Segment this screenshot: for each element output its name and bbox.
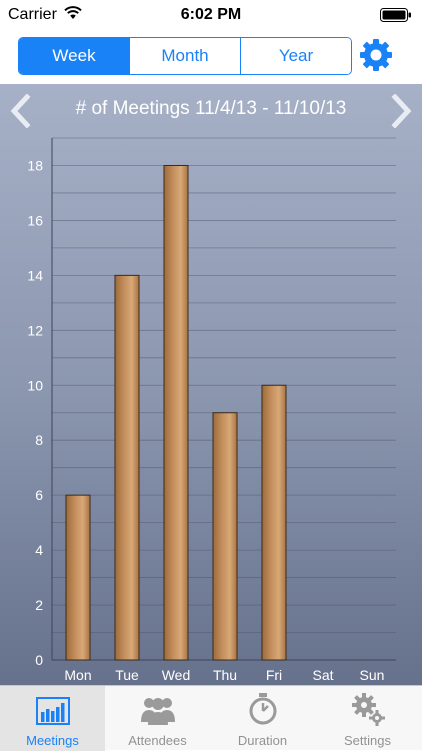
chart-title: # of Meetings 11/4/13 - 11/10/13 xyxy=(75,98,347,119)
bar-chart: 0 2 4 6 8 10 12 14 16 18 Mon Tue Wed Thu Fri Sat Sun xyxy=(27,137,396,683)
gear-icon[interactable] xyxy=(356,35,396,75)
y-tick-label: 2 xyxy=(35,597,43,613)
stopwatch-icon xyxy=(249,693,277,725)
bar-thu[interactable] xyxy=(212,412,238,661)
y-tick-label: 14 xyxy=(27,267,43,283)
x-tick-label-fri: Fri xyxy=(266,667,282,683)
tab-duration[interactable]: Duration xyxy=(210,686,315,751)
y-tick-label: 10 xyxy=(27,377,43,393)
battery-icon xyxy=(380,8,411,22)
y-tick-label: 6 xyxy=(35,487,43,503)
y-tick-label: 16 xyxy=(27,212,43,228)
bar-tue[interactable] xyxy=(114,274,140,661)
y-tick-label: 8 xyxy=(35,432,43,448)
tab-meetings[interactable]: Meetings xyxy=(0,686,105,751)
y-tick-label: 18 xyxy=(27,157,43,173)
gears-icon xyxy=(352,693,385,726)
people-icon xyxy=(141,698,175,725)
tab-attendees[interactable]: Attendees xyxy=(105,686,210,751)
tab-attendees-label: Attendees xyxy=(128,733,187,748)
bar-wed[interactable] xyxy=(163,164,189,661)
segment-year[interactable]: Year xyxy=(240,38,351,74)
segment-week[interactable]: Week xyxy=(19,38,129,74)
tab-duration-label: Duration xyxy=(237,733,288,748)
chart-panel: 0 2 4 6 8 10 12 14 16 18 Mon Tue Wed Thu Fri Sat Sun # o… xyxy=(0,84,422,685)
segment-month[interactable]: Month xyxy=(129,38,240,74)
tab-bar: Meetings Attendees Duration Settings xyxy=(0,685,422,751)
x-tick-label-mon: Mon xyxy=(64,667,91,683)
x-tick-label-sat: Sat xyxy=(312,667,333,683)
tab-settings-label: Settings xyxy=(344,733,391,748)
x-tick-label-wed: Wed xyxy=(162,667,191,683)
y-tick-label: 0 xyxy=(35,652,43,668)
tab-meetings-label: Meetings xyxy=(26,733,79,748)
y-tick-label: 12 xyxy=(27,322,43,338)
x-tick-label-thu: Thu xyxy=(213,667,237,683)
bar-chart-icon xyxy=(36,697,70,725)
tab-settings[interactable]: Settings xyxy=(315,686,420,751)
period-segmented-control: Week Month Year xyxy=(18,37,352,75)
bar-fri[interactable] xyxy=(261,384,287,661)
previous-week-arrow-icon[interactable] xyxy=(6,94,36,128)
top-nav: Week Month Year xyxy=(0,30,422,84)
x-tick-label-sun: Sun xyxy=(360,667,385,683)
status-bar: Carrier 6:02 PM xyxy=(0,0,422,30)
next-week-arrow-icon[interactable] xyxy=(386,94,416,128)
bar-mon[interactable] xyxy=(65,494,91,661)
x-tick-label-tue: Tue xyxy=(115,667,139,683)
status-time: 6:02 PM xyxy=(180,6,242,23)
y-tick-label: 4 xyxy=(35,542,43,558)
